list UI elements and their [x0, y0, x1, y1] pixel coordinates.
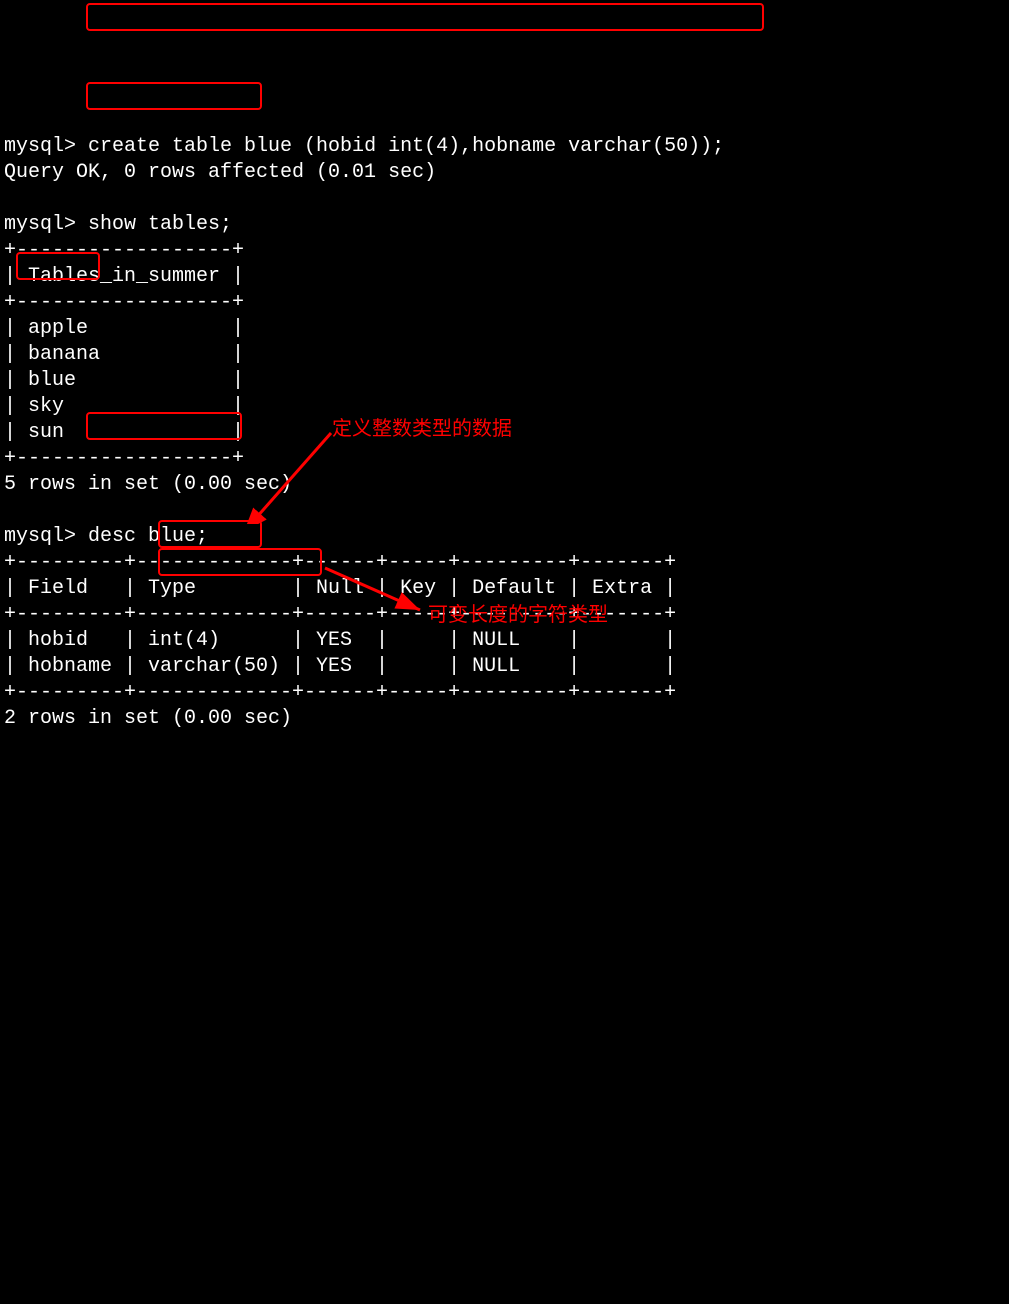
command-show-tables: show tables;	[76, 213, 232, 236]
table-row: | apple |	[4, 317, 244, 340]
desc-row: | hobid | int(4) | YES | | NULL | |	[4, 629, 676, 652]
table-row: | sun |	[4, 421, 244, 444]
command-create-table: create table blue (hobid int(4),hobname …	[76, 135, 724, 158]
desc-border: +---------+-------------+------+-----+--…	[4, 603, 676, 626]
table-border: +------------------+	[4, 291, 244, 314]
table-row: | banana |	[4, 343, 244, 366]
desc-header: | Field | Type | Null | Key | Default | …	[4, 577, 676, 600]
table-header: | Tables_in_summer |	[4, 265, 244, 288]
rows-summary: 5 rows in set (0.00 sec)	[4, 473, 292, 496]
prompt: mysql>	[4, 213, 76, 236]
rows-summary: 2 rows in set (0.00 sec)	[4, 707, 292, 730]
table-border: +------------------+	[4, 239, 244, 262]
desc-row: | hobname | varchar(50) | YES | | NULL |…	[4, 655, 676, 678]
highlight-box-create-table	[86, 3, 764, 31]
table-row: | blue |	[4, 369, 244, 392]
highlight-box-show-tables	[86, 82, 262, 110]
command-desc: desc blue;	[76, 525, 208, 548]
prompt: mysql>	[4, 525, 76, 548]
desc-border: +---------+-------------+------+-----+--…	[4, 551, 676, 574]
desc-border: +---------+-------------+------+-----+--…	[4, 681, 676, 704]
terminal-output: mysql> create table blue (hobid int(4),h…	[4, 108, 1005, 732]
table-row: | sky |	[4, 395, 244, 418]
query-result: Query OK, 0 rows affected (0.01 sec)	[4, 161, 436, 184]
prompt: mysql>	[4, 135, 76, 158]
table-border: +------------------+	[4, 447, 244, 470]
